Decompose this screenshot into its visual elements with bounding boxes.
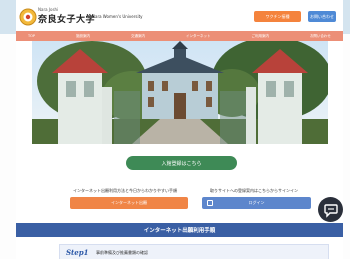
logo-japanese-name[interactable]: 奈良女子大学	[38, 12, 95, 25]
nav-item-internet[interactable]: インターネット	[186, 34, 211, 39]
chat-support-button[interactable]	[318, 197, 343, 222]
section-band-title: インターネット出願利用手順	[16, 223, 343, 237]
university-logo-icon[interactable]	[19, 8, 37, 26]
logo-english-name: Nara Women's University	[92, 14, 143, 19]
entry-registration-button[interactable]: 入館登録はこちら	[126, 156, 237, 170]
chat-support-icon	[323, 203, 338, 218]
left-caption: インターネット出願利用方法と今日からわかりやすい手順	[73, 188, 177, 193]
nav-item-access[interactable]: 交通案内	[131, 34, 145, 39]
hero-image	[32, 41, 328, 144]
browser-page: Nara Joshi 奈良女子大学 Nara Women's Universit…	[16, 0, 343, 259]
internet-application-button[interactable]: インターネット出願	[70, 197, 188, 209]
step-text: 事前準備及び推薦書類の確認	[96, 250, 148, 255]
nav-item-facility[interactable]: 施設案内	[76, 34, 90, 39]
step-box: Step1 事前準備及び推薦書類の確認	[59, 244, 329, 259]
nav-item-top[interactable]: TOP	[28, 34, 35, 38]
nav-item-guide[interactable]: ご利用案内	[251, 34, 269, 39]
header-orange-button[interactable]: ワクチン接種	[254, 11, 301, 22]
main-nav: TOP 施設案内 交通案内 インターネット ご利用案内 お問い合わせ	[16, 31, 343, 41]
header-blue-button[interactable]: お問い合わせ	[308, 11, 336, 22]
login-icon	[207, 200, 213, 206]
right-caption: 取りサイトへの登録案内はこちらからサインイン	[210, 188, 298, 193]
nav-item-contact[interactable]: お問い合わせ	[310, 34, 331, 39]
step-label: Step1	[66, 248, 89, 257]
login-button[interactable]: ログイン	[202, 197, 311, 209]
site-header: Nara Joshi 奈良女子大学 Nara Women's Universit…	[16, 0, 343, 32]
login-button-label: ログイン	[248, 200, 265, 205]
